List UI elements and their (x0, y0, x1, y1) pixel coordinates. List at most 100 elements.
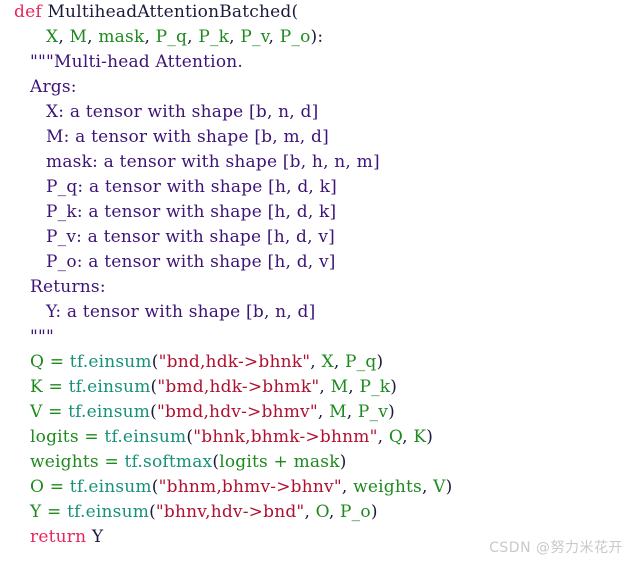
code-token-var: P_k (198, 27, 230, 47)
code-token-var: P_q (155, 27, 188, 47)
code-line: Args: (0, 75, 631, 100)
code-token-kw: return (30, 527, 87, 547)
code-token-str: "bhnv,hdv->bnd" (155, 502, 305, 522)
code-token-var: weights (353, 477, 422, 497)
code-line: mask: a tensor with shape [b, h, n, m] (0, 150, 631, 175)
code-token-op: = (42, 377, 69, 397)
csdn-watermark: CSDN @努力米花开 (489, 540, 623, 556)
code-token-str: "bhnm,bhmv->bhnv" (158, 477, 342, 497)
code-token-op: = (41, 502, 68, 522)
code-token-doc: """ (30, 327, 55, 347)
code-token-str: "bnd,hdk->bhnk" (158, 352, 311, 372)
code-token-str: "bmd,hdk->bhmk" (157, 377, 320, 397)
code-token-var: Q (30, 352, 45, 372)
code-token-var: M (329, 402, 347, 422)
code-token-var: weights (30, 452, 99, 472)
code-token-plain: , (304, 502, 316, 522)
code-token-op: = (44, 352, 70, 372)
code-line: X: a tensor with shape [b, n, d] (0, 100, 631, 125)
code-token-doc: mask: a tensor with shape [b, h, n, m] (46, 152, 380, 172)
code-token-plain: , (348, 377, 360, 397)
code-line: P_v: a tensor with shape [h, d, v] (0, 225, 631, 250)
code-token-var: P_v (240, 27, 269, 47)
code-token-var: mask (98, 27, 145, 47)
code-token-plain: , (229, 27, 241, 47)
code-token-var: logits (219, 452, 268, 472)
code-token-plain: , (310, 352, 322, 372)
code-token-var: X (321, 352, 334, 372)
code-line: Y: a tensor with shape [b, n, d] (0, 300, 631, 325)
code-token-paren: ( (291, 2, 299, 22)
code-token-paren: ) (376, 352, 384, 372)
code-line: logits = tf.einsum("bhnk,bhmk->bhnm", Q,… (0, 425, 631, 450)
code-token-var: O (30, 477, 45, 497)
code-token-paren: ) (426, 427, 434, 447)
code-token-doc: Returns: (30, 277, 106, 297)
code-token-paren: ) (390, 377, 398, 397)
code-token-paren: ( (151, 352, 159, 372)
code-line: P_k: a tensor with shape [h, d, k] (0, 200, 631, 225)
code-token-doc: Y: a tensor with shape [b, n, d] (46, 302, 316, 322)
code-token-op: = (42, 402, 69, 422)
code-token-var: P_o (279, 27, 311, 47)
code-token-var: Q (388, 427, 403, 447)
code-line: Returns: (0, 275, 631, 300)
code-token-paren: ) (339, 452, 347, 472)
code-token-str: "bmd,hdv->bhmv" (156, 402, 318, 422)
code-token-op: = (78, 427, 105, 447)
code-token-fname: MultiheadAttentionBatched (47, 2, 292, 22)
code-token-plain: , (341, 477, 354, 497)
code-token-builtin: tf.einsum (69, 477, 152, 497)
code-token-plain: , (58, 27, 70, 47)
code-token-var: O (315, 502, 329, 522)
code-token-plain: , (333, 352, 346, 372)
code-token-plain: Y (91, 527, 104, 547)
code-token-plain: , (144, 27, 156, 47)
code-token-builtin: tf.softmax (124, 452, 213, 472)
code-token-plain: , (319, 377, 331, 397)
code-token-op: + (267, 452, 294, 472)
code-line: weights = tf.softmax(logits + mask) (0, 450, 631, 475)
code-token-paren: ( (149, 502, 156, 522)
code-line: X, M, mask, P_q, P_k, P_v, P_o): (0, 25, 631, 50)
code-line: O = tf.einsum("bhnm,bhmv->bhnv", weights… (0, 475, 631, 500)
code-token-doc: P_v: a tensor with shape [h, d, v] (46, 227, 335, 247)
code-token-var: V (433, 477, 446, 497)
code-token-var: P_q (345, 352, 377, 372)
code-token-var: mask (293, 452, 340, 472)
code-block: def MultiheadAttentionBatched(X, M, mask… (0, 0, 631, 561)
code-token-kw: def (14, 2, 42, 22)
code-token-paren: ( (150, 402, 157, 422)
code-token-paren: ( (151, 477, 159, 497)
code-token-plain: , (328, 502, 341, 522)
code-token-doc: X: a tensor with shape [b, n, d] (46, 102, 319, 122)
code-line: """ (0, 325, 631, 350)
code-token-var: M (69, 27, 88, 47)
code-token-paren: ): (310, 27, 324, 47)
code-token-paren: ) (445, 477, 453, 497)
code-token-op: = (98, 452, 125, 472)
code-line: K = tf.einsum("bmd,hdk->bhmk", M, P_k) (0, 375, 631, 400)
code-token-builtin: tf.einsum (69, 352, 152, 372)
code-line: V = tf.einsum("bmd,hdv->bhmv", M, P_v) (0, 400, 631, 425)
code-line: """Multi-head Attention. (0, 50, 631, 75)
code-token-builtin: tf.einsum (68, 377, 151, 397)
code-token-builtin: tf.einsum (104, 427, 187, 447)
code-token-op: = (44, 477, 70, 497)
code-line: def MultiheadAttentionBatched( (0, 0, 631, 25)
code-token-var: K (413, 427, 427, 447)
code-token-plain: , (187, 27, 199, 47)
code-token-paren: ) (388, 402, 395, 422)
code-token-doc: Args: (30, 77, 77, 97)
code-token-plain: , (317, 402, 330, 422)
code-token-var: V (30, 402, 43, 422)
code-token-str: "bhnk,bhmk->bhnm" (193, 427, 378, 447)
code-token-plain: , (402, 427, 414, 447)
code-token-doc: """Multi-head Attention. (30, 52, 244, 72)
code-token-plain: , (268, 27, 280, 47)
code-token-var: P_o (340, 502, 371, 522)
code-line: P_o: a tensor with shape [h, d, v] (0, 250, 631, 275)
code-token-doc: M: a tensor with shape [b, m, d] (46, 127, 329, 147)
code-token-var: logits (30, 427, 79, 447)
code-token-builtin: tf.einsum (68, 402, 151, 422)
